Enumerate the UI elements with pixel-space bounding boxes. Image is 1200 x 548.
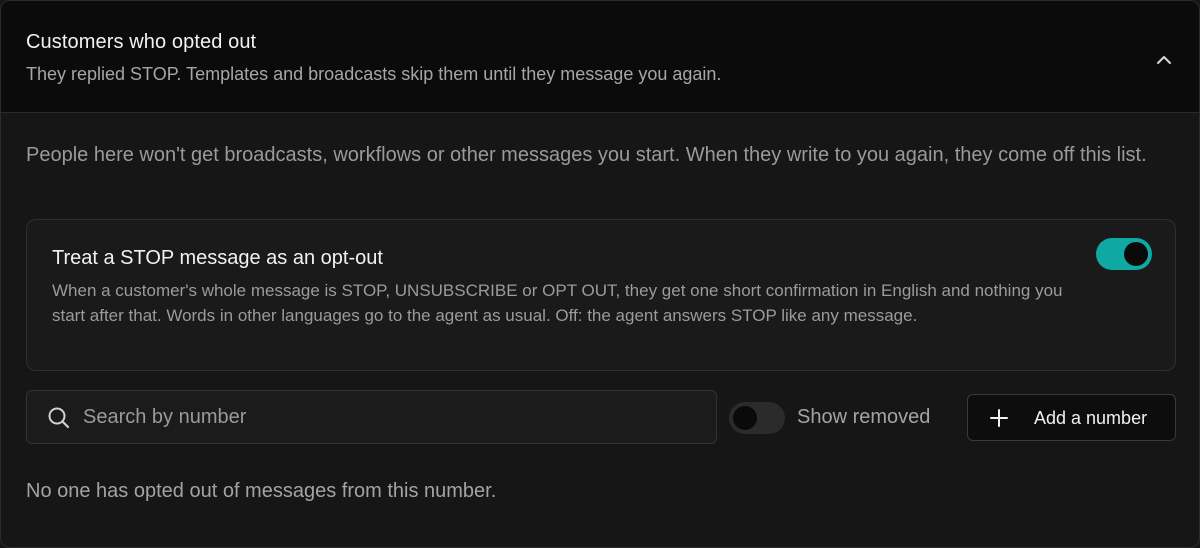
search-box[interactable] bbox=[26, 390, 717, 444]
stop-setting-title: Treat a STOP message as an opt-out bbox=[52, 247, 383, 269]
search-icon bbox=[47, 406, 71, 430]
stop-optout-toggle[interactable] bbox=[1096, 238, 1152, 270]
stop-setting-description: When a customer's whole message is STOP,… bbox=[52, 281, 1063, 325]
collapse-button[interactable] bbox=[1149, 45, 1179, 75]
search-input[interactable] bbox=[83, 391, 703, 443]
add-number-label: Add a number bbox=[1034, 408, 1148, 428]
empty-state-message: No one has opted out of messages from th… bbox=[26, 480, 497, 502]
plus-icon bbox=[990, 409, 1008, 427]
toggle-knob bbox=[733, 406, 757, 430]
intro-text: People here won't get broadcasts, workfl… bbox=[26, 144, 1147, 166]
stop-setting-card: Treat a STOP message as an opt-out When … bbox=[26, 219, 1176, 371]
show-removed-label[interactable]: Show removed bbox=[797, 406, 930, 429]
panel-subtitle: They replied STOP. Templates and broadca… bbox=[26, 64, 722, 84]
toggle-knob bbox=[1124, 242, 1148, 266]
opt-out-panel: Customers who opted out They replied STO… bbox=[0, 0, 1200, 548]
panel-title: Customers who opted out bbox=[26, 31, 257, 53]
show-removed-toggle[interactable] bbox=[729, 402, 785, 434]
panel-header[interactable]: Customers who opted out They replied STO… bbox=[1, 1, 1199, 113]
chevron-up-icon bbox=[1157, 56, 1171, 64]
add-number-button[interactable]: Add a number bbox=[967, 394, 1176, 441]
